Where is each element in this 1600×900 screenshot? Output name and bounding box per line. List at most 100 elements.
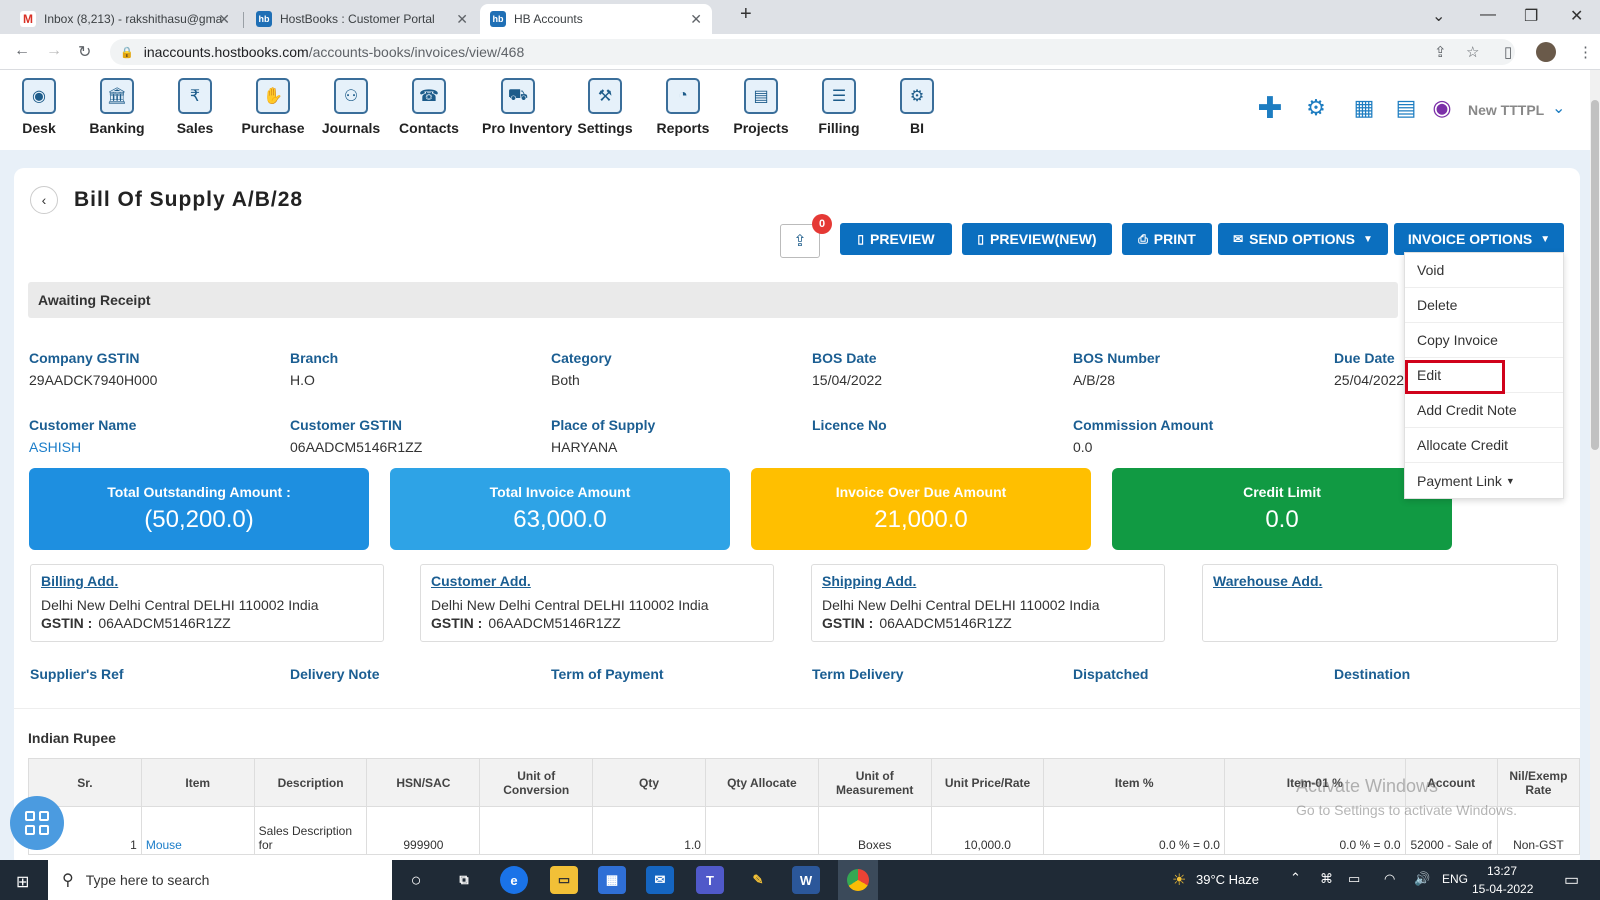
browser-tab-hb-accounts[interactable]: hb HB Accounts ✕ <box>480 4 712 34</box>
menu-item-add-credit-note[interactable]: Add Credit Note <box>1405 393 1563 428</box>
kpi-value: 0.0 <box>1265 506 1299 533</box>
volume-icon[interactable]: 🔊 <box>1414 871 1430 887</box>
nav-filling[interactable]: ☰ Filling <box>804 78 874 136</box>
nav-contacts[interactable]: ☎ Contacts <box>394 78 464 136</box>
menu-item-allocate-credit[interactable]: Allocate Credit <box>1405 428 1563 463</box>
nav-purchase[interactable]: ✋ Purchase <box>238 78 308 136</box>
kpi-label: Invoice Over Due Amount <box>835 484 1007 500</box>
address-gstin: GSTIN : 06AADCM5146R1ZZ <box>41 615 373 631</box>
customer-address-link[interactable]: Customer Add. <box>431 573 763 589</box>
nav-journals[interactable]: ⚇ Journals <box>316 78 386 136</box>
add-plus-icon[interactable]: ✚ <box>1256 92 1284 125</box>
address-gstin: GSTIN : 06AADCM5146R1ZZ <box>431 615 763 631</box>
calculator-icon[interactable]: ▦ <box>1350 94 1378 122</box>
menu-item-payment-link[interactable]: Payment Link ▼ <box>1405 463 1563 498</box>
forward-arrow-icon[interactable]: → <box>46 42 62 60</box>
tab-search-icon[interactable]: ⌄ <box>1432 6 1445 26</box>
send-options-button[interactable]: ✉ SEND OPTIONS ▼ <box>1218 223 1388 255</box>
nav-pro-inventory[interactable]: ⛟ Pro Inventory <box>482 78 572 136</box>
field-customer-gstin: Customer GSTIN 06AADCM5146R1ZZ <box>290 417 422 455</box>
nav-banking[interactable]: 🏛 Banking <box>82 78 152 136</box>
print-button[interactable]: ⎙ PRINT <box>1122 223 1212 255</box>
menu-item-edit[interactable]: Edit <box>1405 358 1563 394</box>
notes-icon[interactable]: ▤ <box>1392 94 1420 122</box>
mail-icon[interactable]: ✉ <box>646 866 674 894</box>
taskbar-search-box[interactable]: ⚲ Type here to search <box>48 860 392 900</box>
nav-projects[interactable]: ▤ Projects <box>726 78 796 136</box>
battery-icon[interactable]: ▭ <box>1348 871 1360 887</box>
word-icon[interactable]: W <box>792 866 820 894</box>
clock-time[interactable]: 13:27 <box>1487 864 1517 878</box>
side-panel-icon[interactable]: ▯ <box>1504 43 1512 61</box>
gear-icon[interactable]: ⚙ <box>1302 94 1330 122</box>
col-unit-conversion: Unit of Conversion <box>479 758 594 807</box>
customer-name-link[interactable]: ASHISH <box>29 439 136 455</box>
teams-icon[interactable]: T <box>696 866 724 894</box>
cell-item-link[interactable]: Mouse <box>140 806 255 855</box>
page-title: Bill Of Supply A/B/28 <box>74 188 304 211</box>
menu-item-delete[interactable]: Delete <box>1405 288 1563 323</box>
preview-new-button[interactable]: ▯ PREVIEW(NEW) <box>962 223 1112 255</box>
shipping-address-link[interactable]: Shipping Add. <box>822 573 1154 589</box>
close-icon[interactable]: ✕ <box>690 11 702 28</box>
task-view-icon[interactable]: ⧉ <box>450 866 478 894</box>
close-window-icon[interactable]: ✕ <box>1570 6 1583 26</box>
edge-browser-icon[interactable]: e <box>500 866 528 894</box>
share-icon[interactable]: ⇪ <box>1434 43 1447 61</box>
chrome-icon[interactable] <box>838 860 878 900</box>
nav-desk[interactable]: ◉ Desk <box>4 78 74 136</box>
network-icon[interactable]: ⌘ <box>1320 871 1333 887</box>
paint-icon[interactable]: ✎ <box>744 866 772 894</box>
nav-bi[interactable]: ⚙ BI <box>882 78 952 136</box>
nav-reports[interactable]: ◔ Reports <box>648 78 718 136</box>
billing-address-link[interactable]: Billing Add. <box>41 573 373 589</box>
menu-kebab-icon[interactable]: ⋮ <box>1578 43 1593 61</box>
language-indicator[interactable]: ENG <box>1442 872 1468 886</box>
nav-settings[interactable]: ⚒ Settings <box>570 78 640 136</box>
field-bos-number: BOS Number A/B/28 <box>1073 350 1160 388</box>
col-item-pct: Item % <box>1043 758 1225 807</box>
scrollbar-thumb[interactable] <box>1591 100 1599 450</box>
chevron-up-icon[interactable]: ⌃ <box>1290 870 1301 886</box>
back-button[interactable]: ‹ <box>30 186 58 214</box>
menu-item-void[interactable]: Void <box>1405 253 1563 288</box>
bookmark-star-icon[interactable]: ☆ <box>1466 43 1479 61</box>
back-arrow-icon[interactable]: ← <box>14 42 30 60</box>
cortana-icon[interactable]: ○ <box>402 866 430 894</box>
gstin-label: GSTIN : <box>41 615 93 631</box>
field-value: HARYANA <box>551 439 618 455</box>
apps-grid-button[interactable] <box>10 796 64 850</box>
weather-text[interactable]: 39°C Haze <box>1196 872 1259 887</box>
chevron-down-icon[interactable]: ⌄ <box>1552 98 1565 118</box>
menu-item-copy-invoice[interactable]: Copy Invoice <box>1405 323 1563 358</box>
nav-sales[interactable]: ₹ Sales <box>160 78 230 136</box>
attachment-count-badge: 0 <box>812 214 832 234</box>
minimize-icon[interactable]: — <box>1480 6 1496 24</box>
store-icon[interactable]: ▦ <box>598 866 626 894</box>
url-path: /accounts-books/invoices/view/468 <box>308 44 525 60</box>
new-tab-icon[interactable]: + <box>740 3 752 26</box>
field-label: Company GSTIN <box>29 350 140 366</box>
browser-tab-gmail[interactable]: M Inbox (8,213) - rakshithasu@gma ✕ <box>10 4 240 34</box>
kpi-value: 21,000.0 <box>874 506 968 533</box>
profile-avatar[interactable] <box>1536 42 1556 62</box>
file-explorer-icon[interactable]: ▭ <box>550 866 578 894</box>
browser-tab-customer-portal[interactable]: hb HostBooks : Customer Portal ✕ <box>246 4 478 34</box>
company-name[interactable]: New TTTPL <box>1468 102 1544 118</box>
close-icon[interactable]: ✕ <box>218 11 230 28</box>
kpi-label: Total Invoice Amount <box>489 484 631 500</box>
new-badge-icon[interactable]: ◉ <box>1428 94 1456 122</box>
preview-button[interactable]: ▯ PREVIEW <box>840 223 952 255</box>
wifi-icon[interactable]: ◠ <box>1384 871 1395 887</box>
windows-start-icon[interactable]: ⊞ <box>16 872 29 892</box>
notification-icon[interactable]: ▭ <box>1564 870 1579 890</box>
clock-date[interactable]: 15-04-2022 <box>1472 882 1533 896</box>
warehouse-address-link[interactable]: Warehouse Add. <box>1213 573 1547 589</box>
nav-label: Banking <box>89 120 145 136</box>
nav-label: Purchase <box>241 120 305 136</box>
close-icon[interactable]: ✕ <box>456 11 468 28</box>
invoice-options-button[interactable]: INVOICE OPTIONS ▼ <box>1394 223 1564 255</box>
reload-icon[interactable]: ↻ <box>78 42 91 62</box>
restore-icon[interactable]: ❐ <box>1524 6 1538 26</box>
url-field[interactable]: 🔒 inaccounts.hostbooks.com/accounts-book… <box>110 39 1515 65</box>
